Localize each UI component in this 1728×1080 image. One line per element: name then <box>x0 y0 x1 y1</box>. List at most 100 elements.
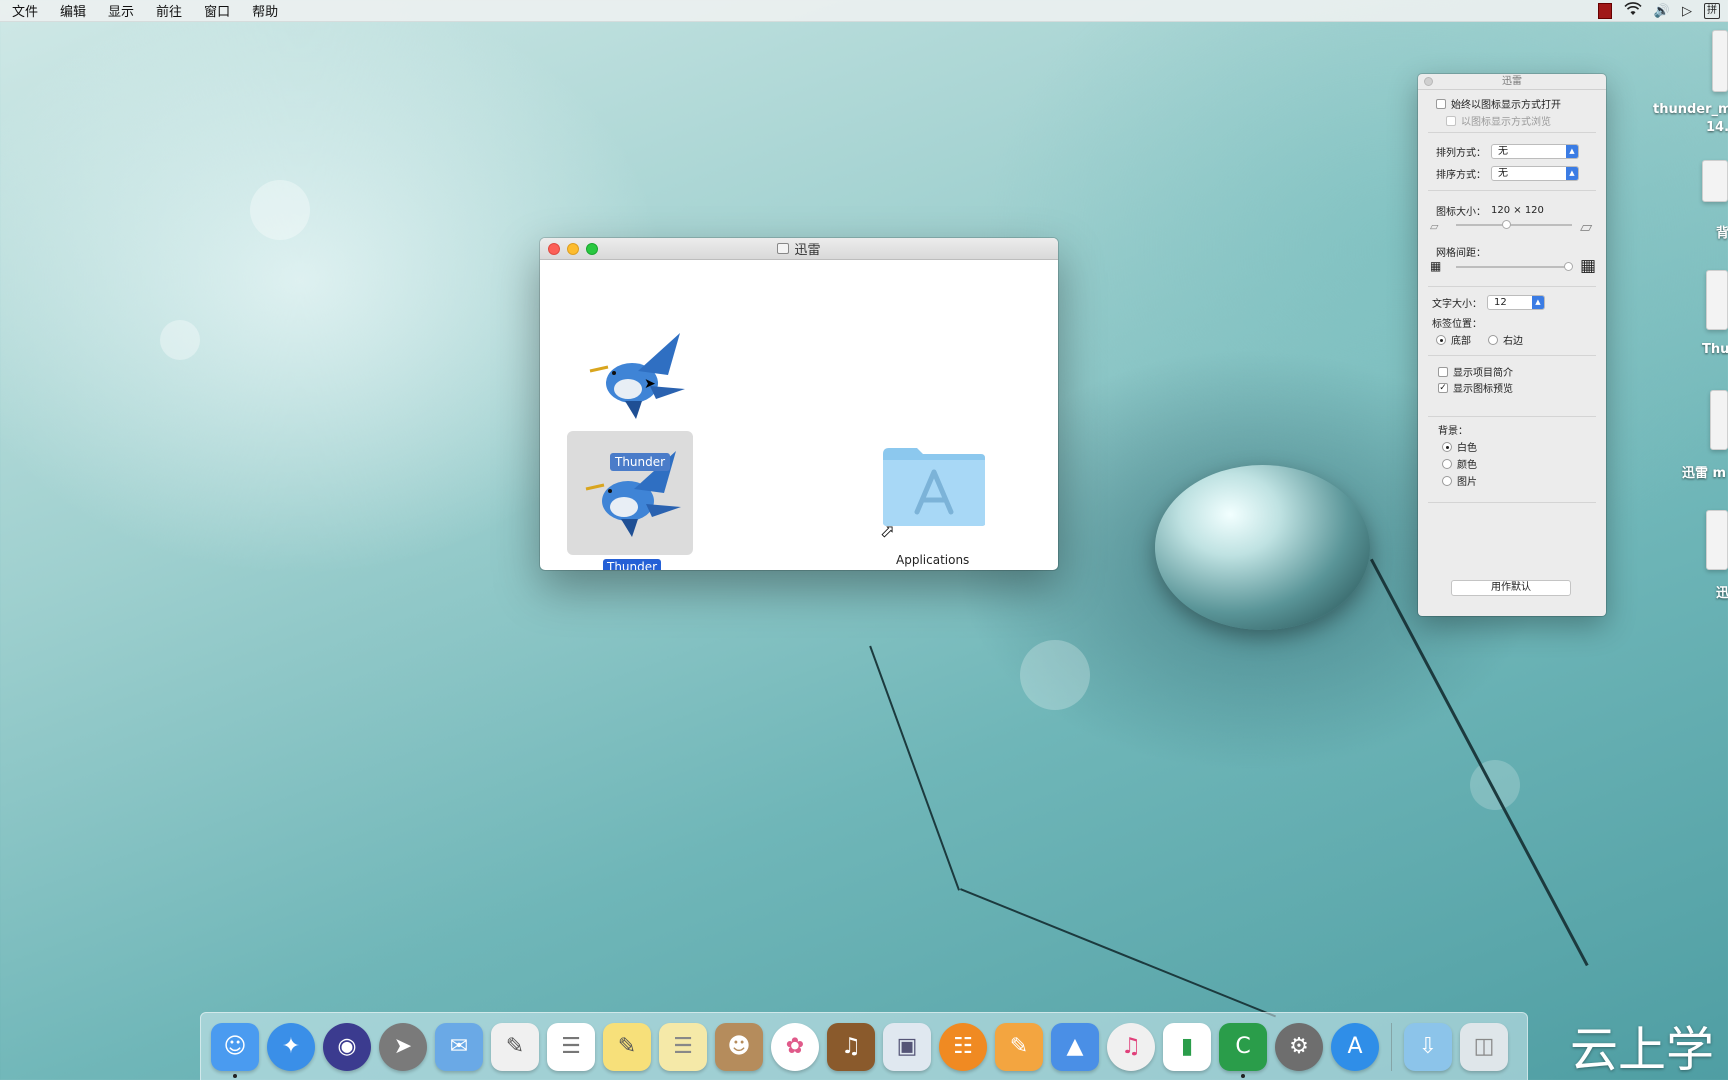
icon-size-slider[interactable] <box>1456 224 1572 226</box>
background-picture-radio[interactable] <box>1442 475 1452 486</box>
desktop-disk-label[interactable]: 迅 <box>1716 582 1728 601</box>
always-open-icon-view-checkbox[interactable] <box>1436 98 1446 109</box>
alias-arrow-icon: ⬀ <box>880 521 896 542</box>
desktop-file-icon[interactable] <box>1702 160 1728 202</box>
background-label: 背景： <box>1438 426 1468 437</box>
notes-icon[interactable]: ☰ <box>659 1022 707 1071</box>
arrange-by-label: 排列方式： <box>1436 148 1486 159</box>
photos-icon[interactable]: ✿ <box>771 1022 819 1071</box>
panel-close-button[interactable] <box>1424 77 1433 86</box>
trash-icon[interactable]: ◫ <box>1460 1022 1508 1071</box>
garageband-icon[interactable]: ♫ <box>827 1022 875 1071</box>
show-item-info-checkbox[interactable] <box>1438 366 1448 377</box>
thunder-app-label[interactable]: Thunder <box>603 559 662 570</box>
label-position-label: 标签位置： <box>1432 319 1482 330</box>
time-machine-icon[interactable]: ▷ <box>1682 4 1692 19</box>
desktop-disk-icon[interactable] <box>1706 510 1728 570</box>
desktop-file-label[interactable]: 背 <box>1716 222 1728 241</box>
icon-size-slider-knob[interactable] <box>1502 220 1511 229</box>
icon-size-value: 120 × 120 <box>1491 205 1544 216</box>
app-store-icon[interactable]: A <box>1331 1022 1379 1071</box>
itunes-icon[interactable]: ♫ <box>1107 1022 1155 1071</box>
menu-edit[interactable]: 编辑 <box>60 1 86 20</box>
menu-view[interactable]: 显示 <box>108 1 134 20</box>
close-button[interactable] <box>548 243 560 255</box>
ibooks-icon[interactable]: ☷ <box>939 1022 987 1071</box>
desktop-file-label[interactable]: 迅雷 m <box>1682 462 1726 481</box>
sort-by-select[interactable]: 无 ▲ <box>1491 166 1579 181</box>
grid-spacing-slider[interactable] <box>1456 266 1572 268</box>
running-indicator <box>1241 1073 1245 1078</box>
reminders-icon[interactable]: ☰ <box>547 1022 595 1071</box>
browse-icon-view-row[interactable]: 以图标显示方式浏览 <box>1446 113 1551 128</box>
camtasia-icon[interactable]: C <box>1219 1022 1267 1078</box>
background-color-radio[interactable] <box>1442 458 1452 469</box>
desktop-file-icon[interactable] <box>1710 390 1728 450</box>
zoom-button[interactable] <box>586 243 598 255</box>
keynote-icon[interactable]: ▲ <box>1051 1022 1099 1071</box>
system-preferences-icon[interactable]: ⚙ <box>1275 1022 1323 1071</box>
wallpaper-bokeh <box>1020 640 1090 710</box>
use-as-defaults-button[interactable]: 用作默认 <box>1451 580 1571 596</box>
applications-label[interactable]: Applications <box>896 553 969 567</box>
text-size-label: 文字大小： <box>1432 299 1482 310</box>
background-row: 背景： <box>1438 422 1468 437</box>
finder-icon[interactable]: ☺ <box>211 1022 259 1078</box>
contacts-icon[interactable]: ☻ <box>715 1022 763 1071</box>
desktop-disk-label[interactable]: Thu <box>1702 342 1728 357</box>
background-white-radio[interactable] <box>1442 441 1452 452</box>
wallpaper-bokeh <box>160 320 200 360</box>
safari-icon[interactable]: ✦ <box>267 1022 315 1071</box>
recording-icon[interactable] <box>1597 3 1612 19</box>
desktop-file-label-line2[interactable]: 14. <box>1706 120 1728 135</box>
numbers-icon[interactable]: ▮ <box>1163 1022 1211 1071</box>
always-open-icon-view-row[interactable]: 始终以图标显示方式打开 <box>1436 96 1561 111</box>
wallpaper-stem <box>869 645 960 891</box>
dragged-thunder-bird-icon[interactable] <box>580 331 690 421</box>
mouse-cursor-icon: ➤ <box>644 376 656 392</box>
chevron-updown-icon: ▲ <box>1532 296 1544 309</box>
browse-icon-view-checkbox[interactable] <box>1446 115 1456 126</box>
textedit-icon[interactable]: ✎ <box>491 1022 539 1071</box>
desktop-file-label[interactable]: thunder_m <box>1653 102 1728 117</box>
wifi-icon[interactable] <box>1624 2 1642 20</box>
label-position-row: 标签位置： <box>1432 315 1482 330</box>
show-icon-preview-checkbox[interactable]: ✓ <box>1438 382 1448 393</box>
launchpad-icon[interactable]: ➤ <box>379 1022 427 1071</box>
text-size-select[interactable]: 12 ▲ <box>1487 295 1545 310</box>
applications-folder-icon[interactable] <box>881 446 987 528</box>
label-right-text: 右边 <box>1503 336 1523 347</box>
desktop-file-icon[interactable] <box>1712 30 1728 92</box>
background-color-row[interactable]: 颜色 <box>1442 456 1477 471</box>
pages-icon[interactable]: ✎ <box>995 1022 1043 1071</box>
mail-icon[interactable]: ✉ <box>435 1022 483 1071</box>
label-right-radio[interactable] <box>1488 334 1498 345</box>
label-bottom-radio[interactable] <box>1436 334 1446 345</box>
menu-file[interactable]: 文件 <box>12 1 38 20</box>
siri-icon[interactable]: ◉ <box>323 1022 371 1071</box>
grid-spacing-slider-knob[interactable] <box>1564 262 1573 271</box>
desktop-disk-icon[interactable] <box>1706 270 1728 330</box>
input-method-icon[interactable]: 拼 <box>1704 3 1720 19</box>
background-color-label: 颜色 <box>1457 460 1477 471</box>
stickies-icon[interactable]: ✎ <box>603 1022 651 1071</box>
show-icon-preview-row[interactable]: ✓ 显示图标预览 <box>1438 380 1513 395</box>
label-bottom-text: 底部 <box>1451 336 1471 347</box>
menu-go[interactable]: 前往 <box>156 1 182 20</box>
icon-size-row: 图标大小： 120 × 120 <box>1436 203 1544 218</box>
large-icon-size-icon: ▱ <box>1580 217 1593 236</box>
volume-icon[interactable]: 🔊 <box>1654 4 1670 19</box>
background-white-row[interactable]: 白色 <box>1442 439 1477 454</box>
minimize-button[interactable] <box>567 243 579 255</box>
panel-titlebar[interactable]: 迅雷 <box>1418 74 1606 90</box>
downloads-folder-icon[interactable]: ⇩ <box>1404 1022 1452 1071</box>
preview-icon[interactable]: ▣ <box>883 1022 931 1071</box>
show-item-info-row[interactable]: 显示项目简介 <box>1438 364 1513 379</box>
background-picture-row[interactable]: 图片 <box>1442 473 1477 488</box>
window-titlebar[interactable]: 迅雷 <box>540 238 1058 260</box>
menu-window[interactable]: 窗口 <box>204 1 230 20</box>
divider <box>1428 502 1596 503</box>
grid-large-icon: ▦ <box>1580 256 1597 276</box>
menu-help[interactable]: 帮助 <box>252 1 278 20</box>
arrange-by-select[interactable]: 无 ▲ <box>1491 144 1579 159</box>
